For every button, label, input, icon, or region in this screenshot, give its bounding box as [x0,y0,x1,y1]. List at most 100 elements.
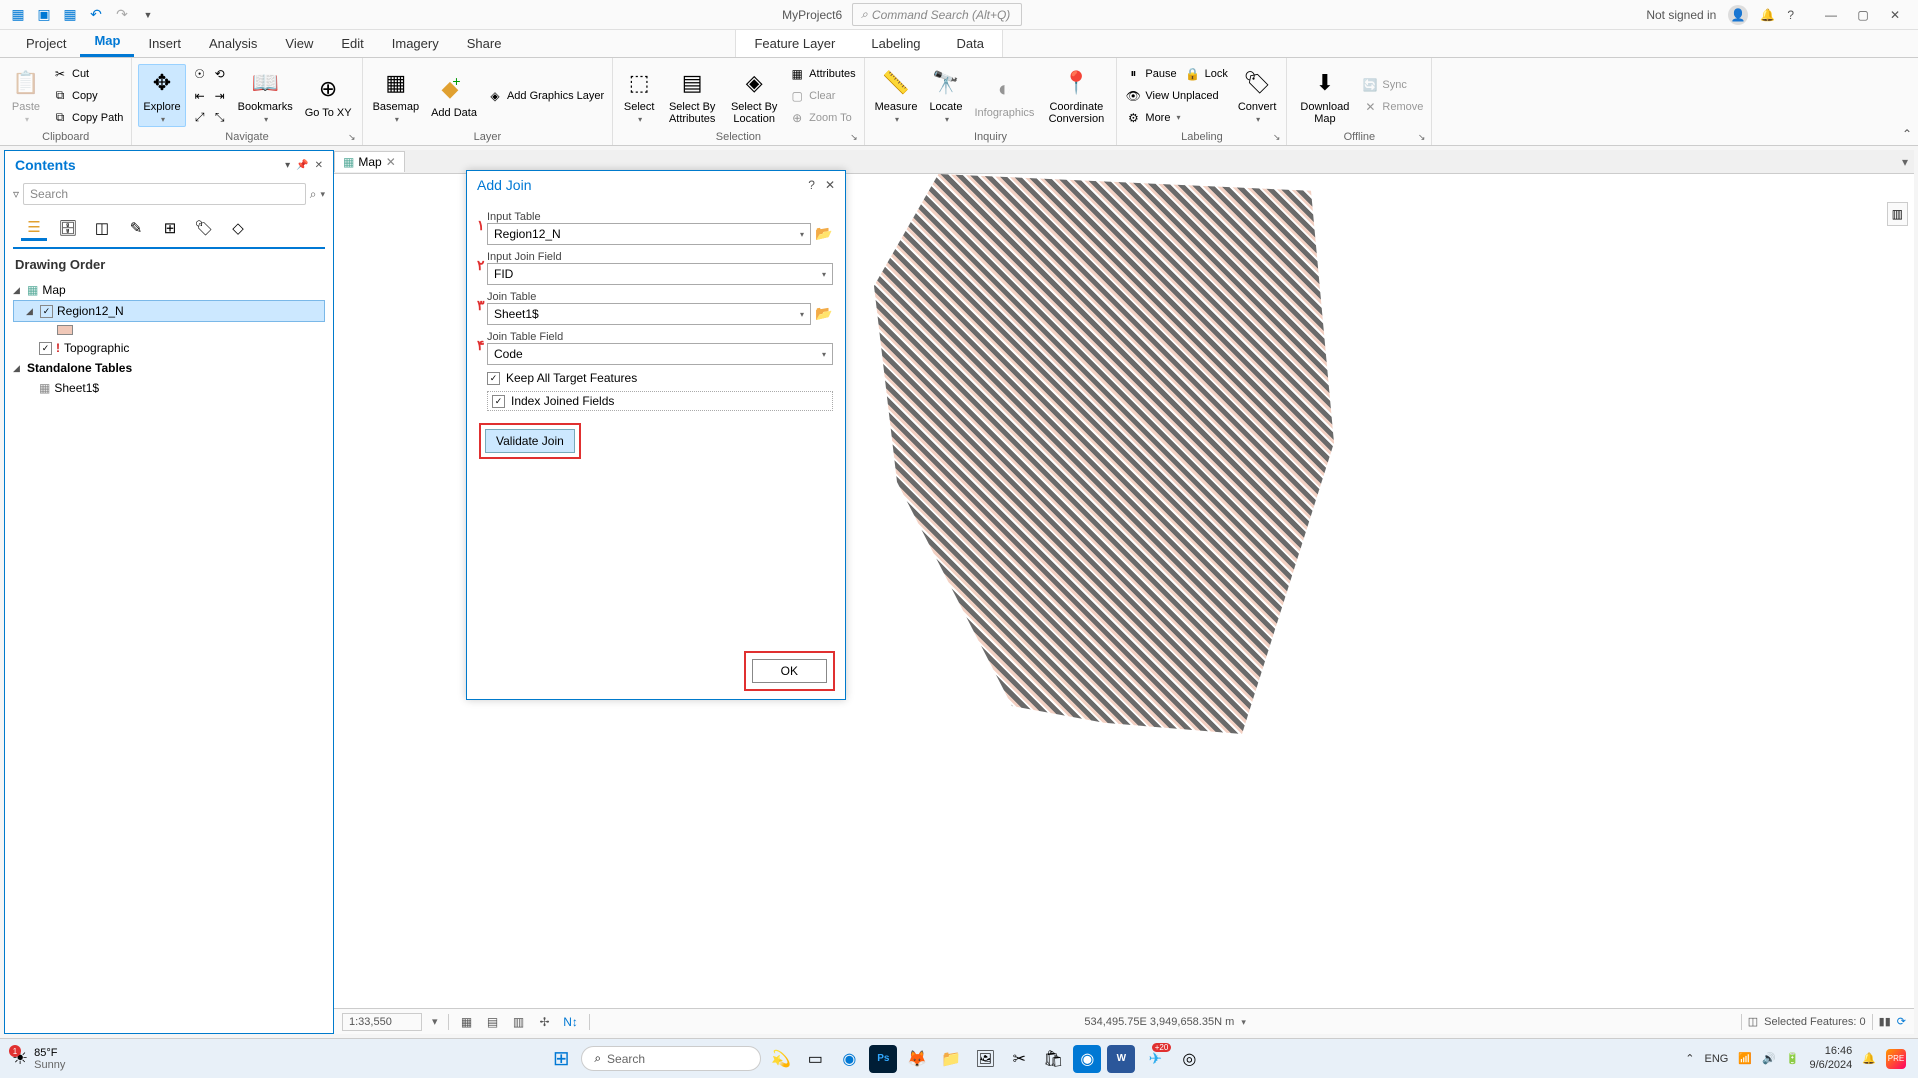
measure-button[interactable]: 📏Measure▾ [871,65,922,126]
tab-insert[interactable]: Insert [134,30,195,57]
minimize-button[interactable]: — [1816,4,1846,26]
pause-draw-icon[interactable]: ▮▮ [1879,1015,1891,1028]
notification-bell-icon[interactable]: 🔔 [1862,1052,1876,1065]
tab-share[interactable]: Share [453,30,516,57]
start-icon[interactable]: ⊞ [547,1045,575,1073]
command-search[interactable]: ⌕ Command Search (Alt+Q) [852,3,1022,26]
select-by-location-button[interactable]: ◈ Select By Location [725,65,783,127]
list-editing-icon[interactable]: ✎ [123,215,149,241]
coord-conv-button[interactable]: 📍Coordinate Conversion [1042,65,1110,127]
tray-expand-icon[interactable]: ⌃ [1685,1052,1694,1065]
search-icon[interactable]: ⌕ [310,187,317,202]
convert-button[interactable]: 🏷Convert▾ [1234,65,1281,126]
tree-table-sheet1[interactable]: ◢ ▦ Sheet1$ [13,378,325,398]
edge-icon[interactable]: ◉ [835,1045,863,1073]
signin-text[interactable]: Not signed in [1646,8,1716,22]
status-tool-2[interactable]: ▤ [485,1014,501,1030]
tab-feature-layer[interactable]: Feature Layer [736,30,853,57]
nav-tool-2[interactable]: ⇤⇥ [190,86,230,106]
select-by-attributes-button[interactable]: ▤ Select By Attributes [663,65,721,127]
copy-path-button[interactable]: ⧉Copy Path [50,108,125,128]
notifications-icon[interactable]: 🔔 [1760,8,1775,22]
search-dropdown-icon[interactable]: ▾ [320,189,325,200]
tray-language[interactable]: ENG [1705,1053,1729,1065]
copilot-icon[interactable]: 💫 [767,1045,795,1073]
coords-dropdown-icon[interactable]: ▾ [1241,1017,1246,1027]
offline-launcher[interactable]: ↘ [1418,132,1426,143]
status-tool-3[interactable]: ▥ [511,1014,527,1030]
tree-standalone-tables[interactable]: ◢ Standalone Tables [13,358,325,378]
list-snapping-icon[interactable]: ⊞ [157,215,183,241]
expand-icon[interactable]: ◢ [13,285,23,296]
help-icon[interactable]: ? [1787,8,1794,22]
contents-search[interactable]: Search [23,183,306,205]
app-icon-3[interactable]: ◎ [1175,1045,1203,1073]
status-tool-4[interactable]: ✢ [537,1014,553,1030]
ribbon-collapse-icon[interactable]: ⌃ [1902,127,1912,141]
list-labeling-icon[interactable]: 🏷 [191,215,217,241]
input-join-field-combo[interactable]: FID▾ [487,263,833,285]
add-data-button[interactable]: ◆+ Add Data [427,71,481,121]
close-window-button[interactable]: ✕ [1880,4,1910,26]
telegram-icon[interactable]: ✈+20 [1141,1045,1169,1073]
pane-close-icon[interactable]: ✕ [315,160,323,171]
clear-button[interactable]: ▢Clear [787,86,857,106]
dialog-help-icon[interactable]: ? [808,178,815,192]
app-icon-1[interactable]: 🖼 [971,1045,999,1073]
labeling-launcher[interactable]: ↘ [1273,132,1281,143]
tree-map[interactable]: ◢ ▦ Map [13,280,325,300]
remove-button[interactable]: ✕Remove [1360,97,1425,117]
weather-widget[interactable]: ☀1 85°F Sunny [12,1047,65,1071]
undo-icon[interactable]: ↶ [86,5,106,25]
status-tool-1[interactable]: ▦ [459,1014,475,1030]
tray-app-icon[interactable]: PRE [1886,1049,1906,1069]
input-table-combo[interactable]: Region12_N▾ [487,223,811,245]
dialog-close-icon[interactable]: ✕ [825,178,835,192]
basemap-button[interactable]: ▦ Basemap ▾ [369,65,423,126]
navigate-launcher[interactable]: ↘ [348,132,356,143]
wifi-icon[interactable]: 📶 [1738,1052,1752,1065]
attributes-button[interactable]: ▦Attributes [787,64,857,84]
tab-imagery[interactable]: Imagery [378,30,453,57]
app-icon-2[interactable]: ✂ [1005,1045,1033,1073]
open-project-icon[interactable]: ▣ [34,5,54,25]
maximize-button[interactable]: ▢ [1848,4,1878,26]
pause-button[interactable]: ⏸Pause 🔒Lock [1123,64,1229,84]
pane-pin-icon[interactable]: 📌 [296,160,308,171]
zoom-to-button[interactable]: ⊕Zoom To [787,108,857,128]
download-map-button[interactable]: ⬇Download Map [1293,65,1356,127]
refresh-icon[interactable]: ⟳ [1897,1015,1906,1028]
catalog-pane-button[interactable]: ▥ [1887,202,1908,226]
store-icon[interactable]: 🛍 [1039,1045,1067,1073]
checkbox-icon[interactable]: ✓ [487,372,500,385]
sync-button[interactable]: 🔄Sync [1360,75,1425,95]
ok-button[interactable]: OK [752,659,827,683]
tab-edit[interactable]: Edit [327,30,377,57]
word-icon[interactable]: W [1107,1045,1135,1073]
view-unplaced-button[interactable]: 👁View Unplaced [1123,86,1229,106]
list-selection-icon[interactable]: ◫ [89,215,115,241]
validate-join-button[interactable]: Validate Join [485,429,575,453]
copy-button[interactable]: ⧉Copy [50,86,125,106]
expand-icon[interactable]: ◢ [26,306,36,317]
filter-icon[interactable]: ▿ [13,187,19,201]
add-graphics-layer-button[interactable]: ◈Add Graphics Layer [485,86,606,106]
tab-view[interactable]: View [271,30,327,57]
browse-join-table-icon[interactable]: 📂 [815,305,833,323]
cut-button[interactable]: ✂Cut [50,64,125,84]
new-project-icon[interactable]: ▦ [8,5,28,25]
join-table-combo[interactable]: Sheet1$▾ [487,303,811,325]
scale-dropdown-icon[interactable]: ▾ [432,1015,438,1028]
index-joined-check[interactable]: ✓ Index Joined Fields [487,391,833,411]
explore-button[interactable]: ✥ Explore ▾ [138,64,185,127]
clock[interactable]: 16:46 9/6/2024 [1809,1045,1852,1071]
arcgis-icon[interactable]: ◉ [1073,1045,1101,1073]
save-icon[interactable]: ▦ [60,5,80,25]
tab-project[interactable]: Project [12,30,80,57]
tree-layer-topo[interactable]: ◢ ✓ ! Topographic [13,338,325,358]
checkbox-icon[interactable]: ✓ [492,395,505,408]
photoshop-icon[interactable]: Ps [869,1045,897,1073]
tree-layer-region[interactable]: ◢ ✓ Region12_N [13,300,325,322]
nav-tool-3[interactable]: ⤢⤡ [190,108,230,128]
tab-map[interactable]: Map [80,27,134,57]
